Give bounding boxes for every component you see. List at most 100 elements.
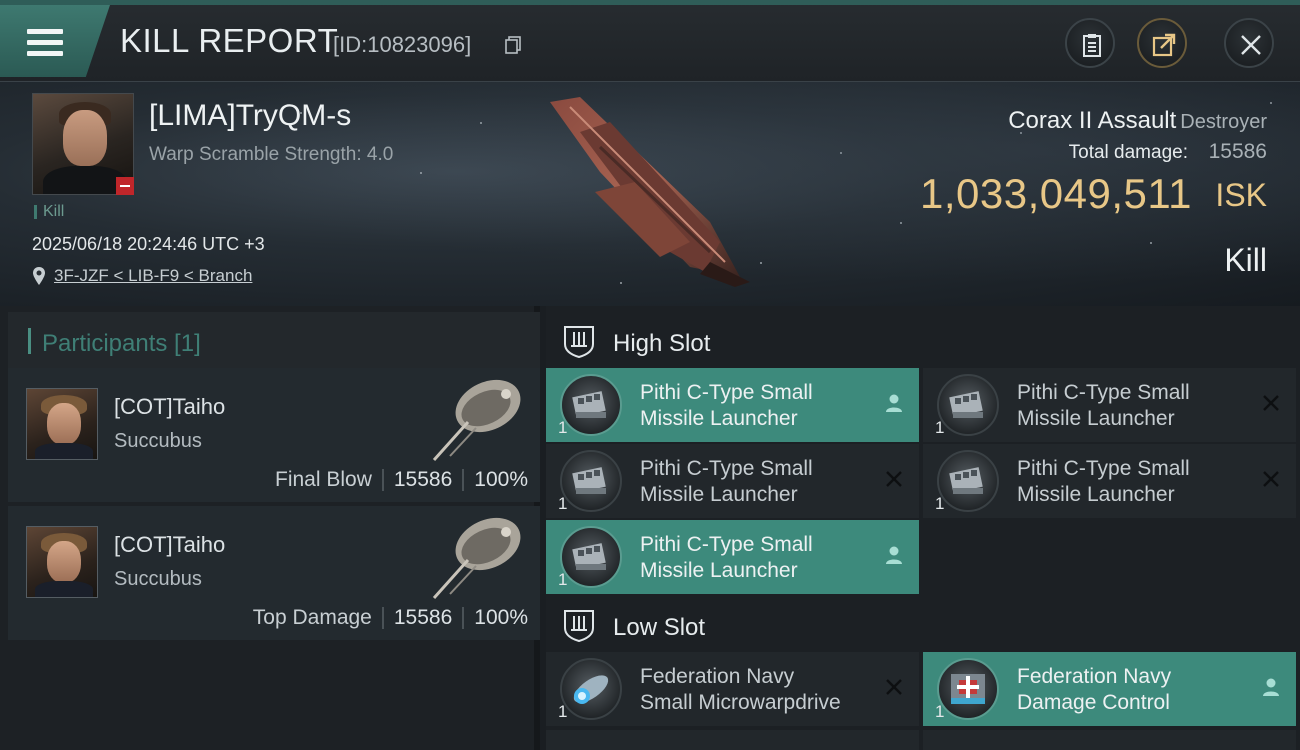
- result-label: Kill: [1224, 242, 1267, 278]
- participant-damage: 15586: [393, 606, 453, 629]
- ship-class: Destroyer: [1180, 111, 1267, 133]
- total-damage-label: Total damage:: [1068, 142, 1188, 163]
- module-quantity: 1: [558, 418, 568, 437]
- module-slot[interactable]: 1 Pithi C-Type Small Missile Launcher: [923, 444, 1296, 518]
- kill-timestamp: 2025/06/18 20:24:46 UTC +3: [32, 234, 265, 254]
- module-name-line2: Small Microwarpdrive: [640, 691, 841, 714]
- participant-avatar[interactable]: [26, 526, 98, 598]
- participant-name[interactable]: [COT]Taiho: [114, 532, 225, 558]
- module-slot[interactable]: 1 Pithi C-Type Small Missile Launcher: [546, 520, 919, 594]
- participant-stats: Final Blow 15586 100%: [275, 468, 528, 492]
- low-slot-header: Low Slot: [546, 594, 1300, 656]
- participant-ship-image: [432, 517, 521, 600]
- module-name-line1: Pithi C-Type Small: [640, 533, 813, 556]
- low-slot-title: Low Slot: [613, 614, 706, 641]
- person-icon: [886, 394, 902, 412]
- low-slot-icon: [564, 610, 594, 642]
- participant-role: Final Blow: [275, 468, 372, 491]
- module-name: Pithi C-Type Small Missile Launcher: [640, 380, 870, 432]
- module-quantity: 1: [935, 702, 945, 721]
- module-slot[interactable]: 1 Pithi C-Type Small Missile Launcher: [546, 368, 919, 442]
- module-icon: [937, 374, 999, 436]
- participant-name[interactable]: [COT]Taiho: [114, 394, 225, 420]
- participant-ship-image: [432, 379, 521, 462]
- module-slot[interactable]: 1 Pithi C-Type Small Missile Launcher: [923, 368, 1296, 442]
- high-slot-icon: [564, 326, 594, 358]
- module-icon: [560, 450, 622, 512]
- copy-icon[interactable]: [505, 36, 521, 54]
- module-name-line2: Missile Launcher: [1017, 407, 1175, 430]
- location-link[interactable]: 3F-JZF < LIB-F9 < Branch: [54, 266, 252, 286]
- participant-percent: 100%: [474, 606, 528, 629]
- participant-role: Top Damage: [252, 606, 372, 629]
- module-name-line1: Pithi C-Type Small: [1017, 457, 1190, 480]
- close-button[interactable]: [1224, 18, 1274, 68]
- participant-card[interactable]: [COT]Taiho Succubus Final Blow 15586 100…: [8, 368, 540, 502]
- clipboard-icon: [1083, 34, 1101, 57]
- victim-ship-image: [550, 97, 750, 287]
- module-quantity: 1: [558, 494, 568, 513]
- module-name: Pithi C-Type Small Missile Launcher: [640, 532, 870, 584]
- module-name-line1: Pithi C-Type Small: [640, 381, 813, 404]
- victim-name[interactable]: [LIMA]TryQM-s: [149, 99, 351, 133]
- module-name-line2: Missile Launcher: [640, 559, 798, 582]
- participant-ship: Succubus: [114, 430, 202, 452]
- person-icon: [886, 546, 902, 564]
- module-name-line1: Pithi C-Type Small: [1017, 381, 1190, 404]
- module-name: Pithi C-Type Small Missile Launcher: [1017, 380, 1247, 432]
- high-slot-title: High Slot: [613, 330, 711, 357]
- module-name-line2: Missile Launcher: [1017, 483, 1175, 506]
- module-slot-partial[interactable]: [546, 730, 919, 750]
- close-icon[interactable]: [1260, 392, 1282, 414]
- page-title: KILL REPORT: [120, 22, 339, 59]
- participant-ship: Succubus: [114, 568, 202, 590]
- participants-title: Participants [1]: [42, 330, 201, 357]
- module-name-line1: Pithi C-Type Small: [640, 457, 813, 480]
- module-name-line1: Federation Navy: [640, 665, 795, 688]
- module-slot-partial[interactable]: [923, 730, 1296, 750]
- participant-damage: 15586: [393, 468, 453, 491]
- participant-avatar[interactable]: [26, 388, 98, 460]
- module-name: Federation Navy Damage Control: [1017, 664, 1247, 716]
- isk-value: 1,033,049,511: [920, 170, 1192, 217]
- module-name-line2: Missile Launcher: [640, 407, 798, 430]
- close-icon[interactable]: [883, 468, 905, 490]
- module-icon: [560, 526, 622, 588]
- module-quantity: 1: [935, 494, 945, 513]
- victim-banner: [LIMA]TryQM-s Warp Scramble Strength: 4.…: [0, 82, 1300, 306]
- close-icon[interactable]: [883, 676, 905, 698]
- kill-location[interactable]: 3F-JZF < LIB-F9 < Branch: [32, 266, 252, 286]
- participant-card[interactable]: [COT]Taiho Succubus Top Damage 15586 100…: [8, 506, 540, 640]
- hostile-badge-icon: [116, 177, 134, 195]
- module-slot[interactable]: 1 Federation Navy Damage Control: [923, 652, 1296, 726]
- module-slot[interactable]: 1 Federation Navy Small Microwarpdrive: [546, 652, 919, 726]
- module-icon: [937, 450, 999, 512]
- module-name-line1: Federation Navy: [1017, 665, 1172, 688]
- kill-tag: Kill: [34, 204, 64, 220]
- high-slot-header: High Slot: [546, 310, 1300, 372]
- share-button[interactable]: [1137, 18, 1187, 68]
- header-bar: KILL REPORT [ID:10823096]: [0, 0, 1300, 82]
- module-icon: [560, 658, 622, 720]
- module-quantity: 1: [558, 570, 568, 589]
- participants-header: Participants [1]: [8, 312, 540, 368]
- module-name: Federation Navy Small Microwarpdrive: [640, 664, 870, 716]
- module-icon: [560, 374, 622, 436]
- location-pin-icon: [33, 267, 45, 285]
- victim-ship-name: Corax II Assault Destroyer: [1008, 107, 1267, 135]
- clipboard-button[interactable]: [1065, 18, 1115, 68]
- participant-percent: 100%: [474, 468, 528, 491]
- share-icon: [1152, 33, 1176, 57]
- participant-stats: Top Damage 15586 100%: [253, 606, 528, 630]
- close-icon: [1241, 35, 1261, 55]
- module-name-line2: Missile Launcher: [640, 483, 798, 506]
- warp-scramble-strength: Warp Scramble Strength: 4.0: [149, 144, 394, 165]
- module-name: Pithi C-Type Small Missile Launcher: [640, 456, 870, 508]
- close-icon[interactable]: [1260, 468, 1282, 490]
- person-icon: [1263, 678, 1279, 696]
- hamburger-icon: [27, 29, 63, 57]
- total-damage-value: 15586: [1208, 140, 1267, 163]
- menu-button[interactable]: [0, 5, 110, 77]
- module-name: Pithi C-Type Small Missile Launcher: [1017, 456, 1247, 508]
- module-slot[interactable]: 1 Pithi C-Type Small Missile Launcher: [546, 444, 919, 518]
